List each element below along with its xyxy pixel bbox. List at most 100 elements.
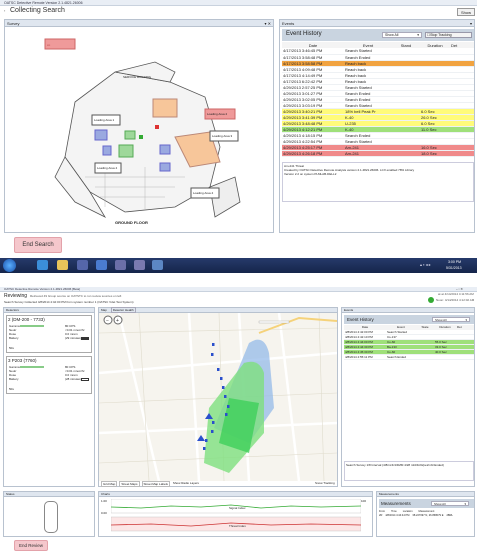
event-duration: [434, 354, 456, 360]
event-date: 4/29/2013 4:26:18 PM: [282, 150, 344, 157]
page-title: Collecting Search: [10, 7, 65, 14]
measurements-header: From Time Location Measurement: [379, 510, 435, 513]
event-name: Am-241: [344, 150, 392, 157]
bottom-event-table: Date Event State Duration Det 4/8/2014 4…: [344, 325, 474, 360]
chart-right: 100: [361, 499, 367, 503]
stop-tracking-button[interactable]: ☐ Stop Tracking: [425, 32, 472, 38]
map-label-loading-extra: Loading Area 4: [193, 191, 214, 195]
show-button[interactable]: Show: [457, 8, 475, 16]
threat-index-label: Threat Index: [229, 524, 246, 528]
end-review-button[interactable]: End Review: [14, 540, 48, 551]
event-history-title: Event History: [286, 31, 322, 37]
gamma-bar: [20, 366, 44, 368]
bottom-event-history-title: Event History: [347, 317, 374, 322]
map-panel: Map Detector Health − + Grid Map Street …: [98, 307, 338, 487]
status-panel: Status: [3, 491, 95, 537]
chart-left-bot: 0.00: [101, 511, 107, 515]
bottom-event-filter[interactable]: Show All ▾: [432, 317, 470, 322]
det-line: Battery: [9, 336, 19, 340]
map-credit: Snow Tracking: [315, 481, 335, 485]
status-panel-title: Status: [4, 492, 94, 497]
bottom-events-title: Events: [342, 308, 474, 313]
bottom-app-title: OATSC Detective Remote Version 2.1.4821.…: [4, 287, 80, 291]
measurements-title: Measurements: [381, 501, 411, 506]
event-row[interactable]: 4/29/2013 4:26:18 PM Am-241 18.0 Sec: [282, 150, 474, 157]
reviewing-label: Reviewing: [4, 293, 28, 299]
event-det: [450, 150, 474, 157]
floor-plan-map[interactable]: [5, 27, 275, 233]
device-outline-icon: [44, 501, 58, 533]
bottom-event-history-header: Event History Show All ▾: [344, 315, 474, 324]
map-toolbar: Grid Map Street Maps Street Map Labels S…: [101, 481, 200, 487]
detectors-panel: Detectors 2 (DM-200 - 7733) Gamma Neutr …: [3, 307, 95, 487]
start-button-icon[interactable]: [3, 259, 16, 272]
status-ok-icon: [428, 297, 434, 303]
detector-app-icon[interactable]: [134, 260, 145, 270]
reviewing-text: Retrieved 49 Group source on OATSTC to r…: [30, 294, 122, 298]
measurements-filter[interactable]: Show All ▾: [431, 501, 469, 506]
event-duration: 18.0 Sec: [420, 150, 450, 157]
detector-card[interactable]: 3 P203 (7760) Gamma Neutr Dose Battery 8…: [6, 356, 92, 394]
detector-footer: 50s: [9, 346, 14, 350]
map-label-loading3: Loading Area 3: [212, 134, 233, 138]
window-controls-icon[interactable]: – ▫ ✕: [456, 287, 463, 291]
event-state: [392, 150, 420, 157]
map-label-loading1: Loading Area 1: [94, 118, 115, 122]
bottom-events-panel: Events Event History Show All ▾ Date Even…: [341, 307, 475, 487]
panel-pin-icon[interactable]: ▾: [470, 21, 472, 26]
measurements-panel-title: Measurements: [377, 492, 474, 497]
app-icon[interactable]: [96, 260, 107, 270]
network-icon[interactable]: [115, 260, 126, 270]
event-name: Search Ended: [386, 354, 416, 360]
street-map[interactable]: − +: [99, 313, 337, 481]
panel-close-icon[interactable]: ▾ ✕: [265, 21, 271, 26]
signal-index-label: Signal Index: [229, 506, 246, 510]
top-app-title: OATSC Detective Remote Version 2.1.4821.…: [4, 1, 83, 5]
map-toolbar-item[interactable]: Grid Map: [101, 481, 118, 487]
folder-icon[interactable]: [57, 260, 68, 270]
detector-name: 3 P203 (7760): [8, 358, 37, 363]
end-search-button[interactable]: End Search: [14, 237, 62, 253]
collected-text: Search Survey Collected 4/8/2014 4:42:00…: [4, 300, 134, 304]
tray-icons[interactable]: ▴ ▪ ◂ ▸: [420, 262, 431, 267]
event-table: Date Event Stand Duration Det 4/17/2013 …: [282, 42, 474, 157]
map-toolbar-item[interactable]: Street Map Labels: [141, 481, 170, 487]
chevron-down-icon: ▾: [464, 501, 466, 506]
measurement-row[interactable]: 2R 4/8/2014 4:44:44 PM 38.227097 N, 26.868…: [379, 514, 453, 517]
event-history-header: Event History Show All ▾ ☐ Stop Tracking: [282, 29, 474, 41]
map-toolbar-item[interactable]: Show Radio Layers: [172, 481, 200, 487]
windows-taskbar: ▴ ▪ ◂ ▸ 3:00 PM 5/31/2013: [0, 258, 477, 273]
chevron-down-icon: ▾: [465, 317, 467, 322]
bottom-events-info: Search Survey 1/8 Interval (4/8/mr4/4/4M…: [344, 461, 474, 481]
chevron-down-icon: ▾: [417, 33, 419, 37]
event-filter-select[interactable]: Show All ▾: [382, 32, 422, 38]
taskbar-date: 5/31/2013: [446, 266, 462, 270]
detector-card[interactable]: 2 (DM-200 - 7733) Gamma Neutr Dose Batte…: [6, 315, 92, 353]
time-bottom: Noon: 4/14/2014 4:12:02 AM: [436, 298, 475, 302]
event-info-line: Version 2.2 on system PLMLAB-DELL2: [284, 172, 337, 176]
back-chevron-icon[interactable]: ‹: [4, 8, 5, 13]
battery-icon: [81, 337, 89, 340]
map-label-loading4: Loading Area 4: [97, 166, 118, 170]
events-panel: Events ▾ Event History Show All ▾ ☐ Stop T…: [279, 19, 475, 233]
events-panel-title: Events: [282, 20, 295, 26]
map-label-red: ▪▪▪: [47, 43, 51, 47]
tab-map[interactable]: Map: [101, 308, 107, 312]
map-label-service: SERVICE BUILDING: [123, 75, 152, 79]
battery-icon: [81, 378, 89, 381]
media-icon[interactable]: [77, 260, 88, 270]
measurements-panel: Measurements Measurements Show All ▾ From…: [376, 491, 475, 537]
bottom-window-titlebar: OATSC Detective Remote Version 2.1.4821.…: [0, 287, 477, 292]
remote-app-icon[interactable]: [152, 260, 163, 270]
det-line: Battery: [9, 377, 19, 381]
time-top: at at 4/14/2014 4:11:56 AM: [438, 292, 474, 296]
event-det: [456, 354, 474, 360]
event-row[interactable]: 4/8/2014 4:55:11 PM Search Ended: [344, 354, 474, 360]
ie-icon[interactable]: [37, 260, 48, 270]
top-window-titlebar: OATSC Detective Remote Version 2.1.4821.…: [0, 0, 477, 6]
map-toolbar-item[interactable]: Street Maps: [119, 481, 140, 487]
gamma-bar: [20, 325, 44, 327]
map-label-loading2: Loading Area 2: [207, 112, 228, 116]
survey-panel: Survey ▾ ✕ ▪▪▪ Loading Area 1 Loading Ar…: [4, 19, 274, 233]
map-label-floor: GROUND FLOOR: [115, 220, 148, 225]
